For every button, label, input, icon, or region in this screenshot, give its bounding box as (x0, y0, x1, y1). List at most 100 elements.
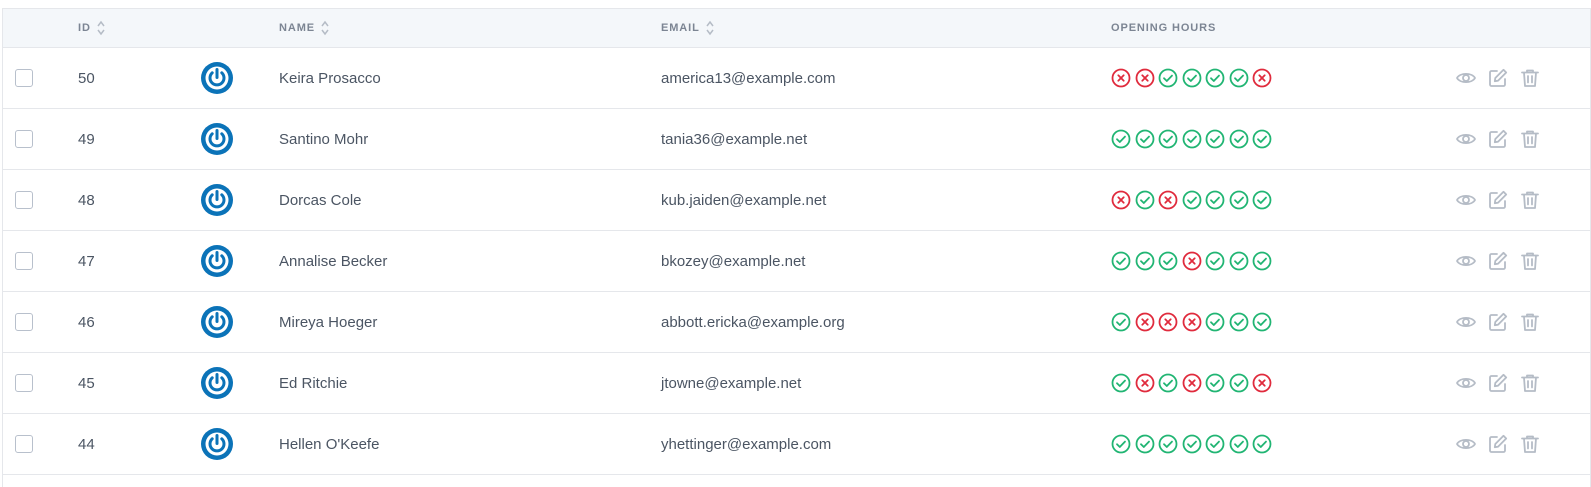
eye-icon[interactable] (1455, 189, 1477, 211)
x-circle-icon (1135, 68, 1154, 88)
column-header-opening-hours: OPENING HOURS (1111, 22, 1217, 34)
check-circle-icon (1205, 434, 1225, 454)
check-circle-icon (1111, 373, 1131, 393)
row-id: 44 (78, 435, 95, 453)
check-circle-icon (1182, 68, 1201, 88)
check-circle-icon (1182, 129, 1201, 149)
opening-hours (1111, 190, 1272, 210)
eye-icon[interactable] (1455, 250, 1477, 272)
eye-icon[interactable] (1455, 128, 1477, 150)
power-icon (201, 245, 233, 277)
row-id: 46 (78, 313, 95, 331)
x-circle-icon (1252, 68, 1272, 88)
check-circle-icon (1182, 190, 1201, 210)
table-header: ID NAME EMAIL OPENING HOURS (3, 9, 1590, 48)
check-circle-icon (1158, 251, 1178, 271)
row-name: Ed Ritchie (279, 374, 348, 392)
row-email: tania36@example.net (661, 130, 808, 148)
edit-icon[interactable] (1487, 67, 1509, 89)
trash-icon[interactable] (1519, 311, 1541, 333)
check-circle-icon (1135, 251, 1154, 271)
row-id: 50 (78, 69, 95, 87)
check-circle-icon (1182, 434, 1201, 454)
check-circle-icon (1205, 68, 1225, 88)
row-email: kub.jaiden@example.net (661, 191, 827, 209)
sort-icon[interactable] (706, 20, 714, 36)
power-icon (201, 184, 233, 216)
edit-icon[interactable] (1487, 433, 1509, 455)
eye-icon[interactable] (1455, 433, 1477, 455)
row-id: 47 (78, 252, 95, 270)
check-circle-icon (1229, 129, 1248, 149)
table-row: 50 Keira Prosacco america13@example.com (3, 48, 1590, 109)
row-name: Hellen O'Keefe (279, 435, 380, 453)
row-checkbox[interactable] (15, 130, 33, 148)
trash-icon[interactable] (1519, 250, 1541, 272)
x-circle-icon (1111, 68, 1131, 88)
x-circle-icon (1182, 312, 1201, 332)
edit-icon[interactable] (1487, 311, 1509, 333)
sort-icon[interactable] (97, 20, 105, 36)
sort-icon[interactable] (321, 20, 329, 36)
x-circle-icon (1111, 190, 1131, 210)
eye-icon[interactable] (1455, 372, 1477, 394)
check-circle-icon (1111, 129, 1131, 149)
row-name: Annalise Becker (279, 252, 388, 270)
edit-icon[interactable] (1487, 250, 1509, 272)
column-header-id[interactable]: ID (78, 9, 105, 47)
check-circle-icon (1205, 129, 1225, 149)
table-body: 50 Keira Prosacco america13@example.com 49 S… (3, 48, 1590, 475)
opening-hours (1111, 434, 1272, 454)
edit-icon[interactable] (1487, 128, 1509, 150)
x-circle-icon (1252, 373, 1272, 393)
edit-icon[interactable] (1487, 372, 1509, 394)
check-circle-icon (1158, 434, 1178, 454)
table-row: 48 Dorcas Cole kub.jaiden@example.net (3, 170, 1590, 231)
row-id: 45 (78, 374, 95, 392)
check-circle-icon (1229, 373, 1248, 393)
power-icon (201, 62, 233, 94)
check-circle-icon (1229, 190, 1248, 210)
table-row: 49 Santino Mohr tania36@example.net (3, 109, 1590, 170)
row-checkbox[interactable] (15, 435, 33, 453)
column-header-name[interactable]: NAME (279, 9, 329, 47)
trash-icon[interactable] (1519, 189, 1541, 211)
check-circle-icon (1252, 312, 1272, 332)
check-circle-icon (1252, 434, 1272, 454)
power-icon (201, 428, 233, 460)
row-checkbox[interactable] (15, 313, 33, 331)
edit-icon[interactable] (1487, 189, 1509, 211)
row-checkbox[interactable] (15, 69, 33, 87)
x-circle-icon (1158, 190, 1178, 210)
check-circle-icon (1158, 68, 1178, 88)
x-circle-icon (1158, 312, 1178, 332)
trash-icon[interactable] (1519, 433, 1541, 455)
trash-icon[interactable] (1519, 372, 1541, 394)
row-id: 48 (78, 191, 95, 209)
check-circle-icon (1111, 251, 1131, 271)
row-checkbox[interactable] (15, 252, 33, 270)
trash-icon[interactable] (1519, 67, 1541, 89)
column-header-email[interactable]: EMAIL (661, 9, 714, 47)
check-circle-icon (1229, 68, 1248, 88)
check-circle-icon (1158, 373, 1178, 393)
power-icon (201, 306, 233, 338)
trash-icon[interactable] (1519, 128, 1541, 150)
check-circle-icon (1205, 373, 1225, 393)
x-circle-icon (1135, 373, 1154, 393)
eye-icon[interactable] (1455, 67, 1477, 89)
row-name: Mireya Hoeger (279, 313, 378, 331)
check-circle-icon (1135, 190, 1154, 210)
table-row: 45 Ed Ritchie jtowne@example.net (3, 353, 1590, 414)
opening-hours (1111, 129, 1272, 149)
row-email: bkozey@example.net (661, 252, 806, 270)
check-circle-icon (1135, 129, 1154, 149)
eye-icon[interactable] (1455, 311, 1477, 333)
row-checkbox[interactable] (15, 191, 33, 209)
row-name: Dorcas Cole (279, 191, 362, 209)
row-email: abbott.ericka@example.org (661, 313, 845, 331)
row-checkbox[interactable] (15, 374, 33, 392)
resource-table: ID NAME EMAIL OPENING HOURS 50 Keira Pros… (2, 8, 1591, 487)
row-name: Keira Prosacco (279, 69, 381, 87)
row-email: jtowne@example.net (661, 374, 802, 392)
